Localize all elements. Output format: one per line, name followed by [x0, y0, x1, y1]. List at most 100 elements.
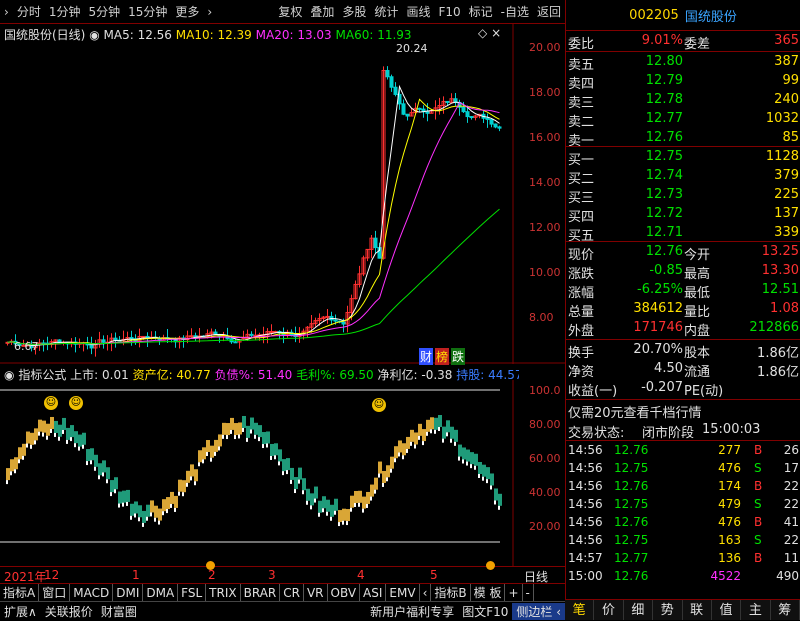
tick-count: 490: [776, 569, 799, 583]
tab-asi[interactable]: ASI: [360, 583, 387, 602]
ask-volume: 99: [782, 73, 799, 88]
linked-quote-button[interactable]: 关联报价: [41, 603, 97, 620]
tick-volume: 136: [718, 551, 741, 565]
status-label: 交易状态:: [568, 426, 625, 441]
tick-time: 14:56: [568, 515, 603, 529]
tab-fsl[interactable]: FSL: [178, 583, 207, 602]
tab-window[interactable]: 窗口: [39, 583, 71, 602]
tab-linked[interactable]: 联: [683, 600, 712, 620]
tab-trend[interactable]: 势: [653, 600, 683, 620]
f10-button[interactable]: F10: [434, 5, 464, 19]
tick-count: 22: [783, 497, 799, 511]
stock-code: 002205: [629, 7, 679, 23]
tick-volume: 476: [718, 461, 741, 475]
ranking-badge[interactable]: 榜: [435, 348, 450, 365]
ask-price: 12.76: [645, 130, 683, 145]
tab-trix[interactable]: TRIX: [206, 583, 241, 602]
tick-time: 14:56: [568, 533, 603, 547]
bid-price: 12.74: [645, 168, 683, 183]
tab-intraday[interactable]: 分时: [13, 3, 45, 20]
tab-detail[interactable]: 细: [624, 600, 654, 620]
tab-template[interactable]: 模 板: [471, 583, 506, 602]
tick-volume: 174: [718, 479, 741, 493]
diamond-icon[interactable]: ◇: [478, 26, 487, 40]
tick-count: 41: [783, 515, 799, 529]
weicha-label: 委差: [684, 37, 711, 52]
tab-vr[interactable]: VR: [304, 583, 328, 602]
tab-brar[interactable]: BRAR: [241, 583, 281, 602]
expand-button[interactable]: 扩展∧: [0, 603, 41, 620]
promo-row[interactable]: 仅需20元查看千档行情: [566, 400, 800, 422]
tab-cr[interactable]: CR: [280, 583, 304, 602]
more-chevron-icon[interactable]: ›: [203, 5, 216, 19]
price-tick: 14.00: [529, 176, 561, 189]
tab-indicator-a[interactable]: 指标A: [0, 583, 40, 602]
stat-value: 212866: [749, 320, 799, 335]
tab-obv[interactable]: OBV: [328, 583, 361, 602]
tab-main[interactable]: 主: [741, 600, 771, 620]
stat-value: -0.85: [649, 263, 683, 278]
tab-more[interactable]: 更多: [171, 3, 203, 20]
tab-value[interactable]: 值: [712, 600, 742, 620]
indicator-tick: 100.0: [529, 384, 561, 397]
settings-icon[interactable]: ◉: [89, 28, 99, 42]
multi-stock-button[interactable]: 多股: [338, 3, 370, 20]
back-button[interactable]: 返回: [533, 3, 565, 20]
fall-badge[interactable]: 跌: [451, 348, 466, 365]
close-icon[interactable]: ×: [491, 26, 501, 40]
remove-tab-button[interactable]: -: [523, 583, 534, 602]
kline-chart[interactable]: [0, 24, 565, 364]
sidebar-toggle-button[interactable]: 侧边栏 ‹: [512, 602, 565, 620]
tick-time: 14:56: [568, 443, 603, 457]
tab-chips[interactable]: 筹: [771, 600, 800, 620]
remove-watchlist-button[interactable]: -自选: [497, 3, 533, 20]
date-month-label: 12: [44, 568, 60, 582]
promo-link[interactable]: 新用户福利专享: [366, 603, 458, 620]
tab-5min[interactable]: 5分钟: [84, 3, 124, 20]
tab-15min[interactable]: 15分钟: [124, 3, 171, 20]
promo-text[interactable]: 仅需20元查看千档行情: [568, 402, 702, 421]
price-tick: 10.00: [529, 266, 561, 279]
stock-name: 国统股份: [684, 9, 737, 25]
tick-price: 12.75: [614, 533, 649, 547]
draw-line-button[interactable]: 画线: [402, 3, 434, 20]
finance-badge[interactable]: 财: [419, 348, 434, 365]
stat-value: 4.50: [654, 361, 683, 376]
tab-indicator-b[interactable]: 指标B: [431, 583, 471, 602]
event-dot-icon[interactable]: [486, 561, 495, 570]
stat-value: -6.25%: [637, 282, 683, 297]
indicator-tick: 40.00: [529, 486, 561, 499]
tick-price: 12.75: [614, 497, 649, 511]
tab-macd[interactable]: MACD: [70, 583, 114, 602]
tick-side: B: [754, 515, 763, 529]
status-row: 交易状态: 闭市阶段 15:00:03: [566, 420, 800, 442]
tick-volume: 476: [718, 515, 741, 529]
overlay-button[interactable]: 叠加: [306, 3, 338, 20]
price-tick: 18.00: [529, 86, 561, 99]
tick-time: 14:56: [568, 461, 603, 475]
price-tick: 8.00: [529, 311, 554, 324]
tab-trades[interactable]: 笔: [565, 600, 595, 620]
ask-volume: 387: [774, 54, 799, 69]
statistics-button[interactable]: 统计: [370, 3, 402, 20]
stat-value: -0.207: [641, 380, 683, 395]
f10-graphic-button[interactable]: 图文F10: [458, 603, 512, 620]
restore-right-button[interactable]: 复权: [274, 3, 306, 20]
kline-header: 国统股份(日线) ◉ MA5: 12.56 MA10: 12.39 MA20: …: [4, 26, 412, 43]
event-dot-icon[interactable]: [206, 561, 215, 570]
caifu-button[interactable]: 财富圈: [97, 603, 141, 620]
mark-button[interactable]: 标记: [465, 3, 497, 20]
bid-volume: 379: [774, 168, 799, 183]
tab-emv[interactable]: EMV: [386, 583, 420, 602]
scroll-left-icon[interactable]: ‹: [420, 583, 432, 602]
smiley-icon: ☺: [69, 396, 83, 410]
indicator-chart[interactable]: [0, 380, 565, 566]
tab-dma[interactable]: DMA: [143, 583, 179, 602]
ask-price: 12.80: [645, 54, 683, 69]
tab-dmi[interactable]: DMI: [113, 583, 144, 602]
tab-price[interactable]: 价: [594, 600, 624, 620]
bid-volume: 1128: [765, 149, 799, 164]
add-tab-button[interactable]: +: [505, 583, 523, 602]
tab-1min[interactable]: 1分钟: [45, 3, 85, 20]
tick-volume: 479: [718, 497, 741, 511]
